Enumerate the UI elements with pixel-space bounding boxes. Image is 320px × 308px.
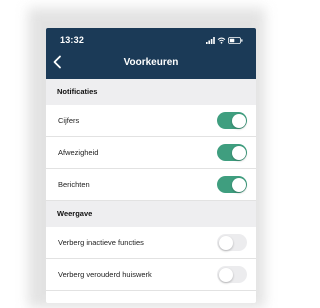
- navbar: Voorkeuren: [46, 53, 256, 79]
- section-header: Notificaties: [46, 79, 256, 105]
- phone-screen: 13:32 Voorkeuren Notificaties Cijfers Af…: [46, 28, 256, 303]
- setting-label: Verberg verouderd huiswerk: [58, 270, 152, 279]
- setting-row-cijfers: Cijfers: [46, 105, 256, 137]
- verberg-verouderd-huiswerk-toggle[interactable]: [217, 266, 247, 283]
- status-icons: [206, 36, 243, 44]
- header: 13:32 Voorkeuren: [46, 28, 256, 79]
- toggle-knob: [218, 235, 233, 250]
- setting-row-afwezigheid: Afwezigheid: [46, 137, 256, 169]
- section-weergave: Weergave Verberg inactieve functies Verb…: [46, 201, 256, 291]
- afwezigheid-toggle[interactable]: [217, 144, 247, 161]
- page-title: Voorkeuren: [123, 57, 179, 68]
- wifi-icon: [217, 37, 226, 44]
- cijfers-toggle[interactable]: [217, 112, 247, 129]
- setting-label: Verberg inactieve functies: [58, 238, 144, 247]
- setting-row-berichten: Berichten: [46, 169, 256, 201]
- verberg-inactieve-functies-toggle[interactable]: [217, 234, 247, 251]
- signal-icon: [206, 36, 215, 44]
- status-bar: 13:32: [46, 28, 256, 53]
- toggle-knob: [231, 145, 246, 160]
- setting-label: Cijfers: [58, 116, 80, 125]
- toggle-knob: [231, 113, 246, 128]
- setting-row-verberg-verouderd-huiswerk: Verberg verouderd huiswerk: [46, 259, 256, 291]
- setting-label: Berichten: [58, 180, 90, 189]
- battery-icon: [228, 36, 243, 44]
- berichten-toggle[interactable]: [217, 176, 247, 193]
- setting-label: Afwezigheid: [58, 148, 99, 157]
- toggle-knob: [218, 267, 233, 282]
- setting-row-verberg-inactieve-functies: Verberg inactieve functies: [46, 227, 256, 259]
- section-notificaties: Notificaties Cijfers Afwezigheid Bericht…: [46, 79, 256, 201]
- toggle-knob: [231, 177, 246, 192]
- status-time: 13:32: [60, 35, 85, 45]
- section-header: Weergave: [46, 201, 256, 227]
